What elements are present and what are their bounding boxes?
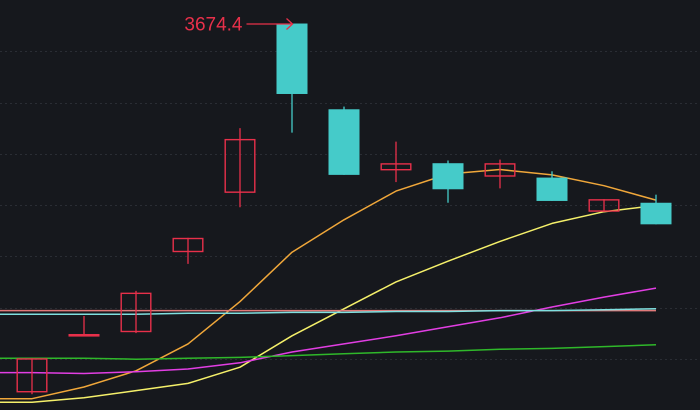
chart-canvas: 3674.4 [0, 0, 700, 410]
candlestick-chart: 3674.4 [0, 0, 700, 410]
high-price-annotation: 3674.4 [184, 15, 243, 36]
candle-body [68, 333, 100, 337]
candle-body [328, 109, 360, 175]
candle-body [432, 163, 464, 190]
candle-body [536, 177, 568, 201]
candle-body [640, 202, 672, 225]
candle-body [276, 23, 308, 94]
candle [328, 106, 360, 175]
